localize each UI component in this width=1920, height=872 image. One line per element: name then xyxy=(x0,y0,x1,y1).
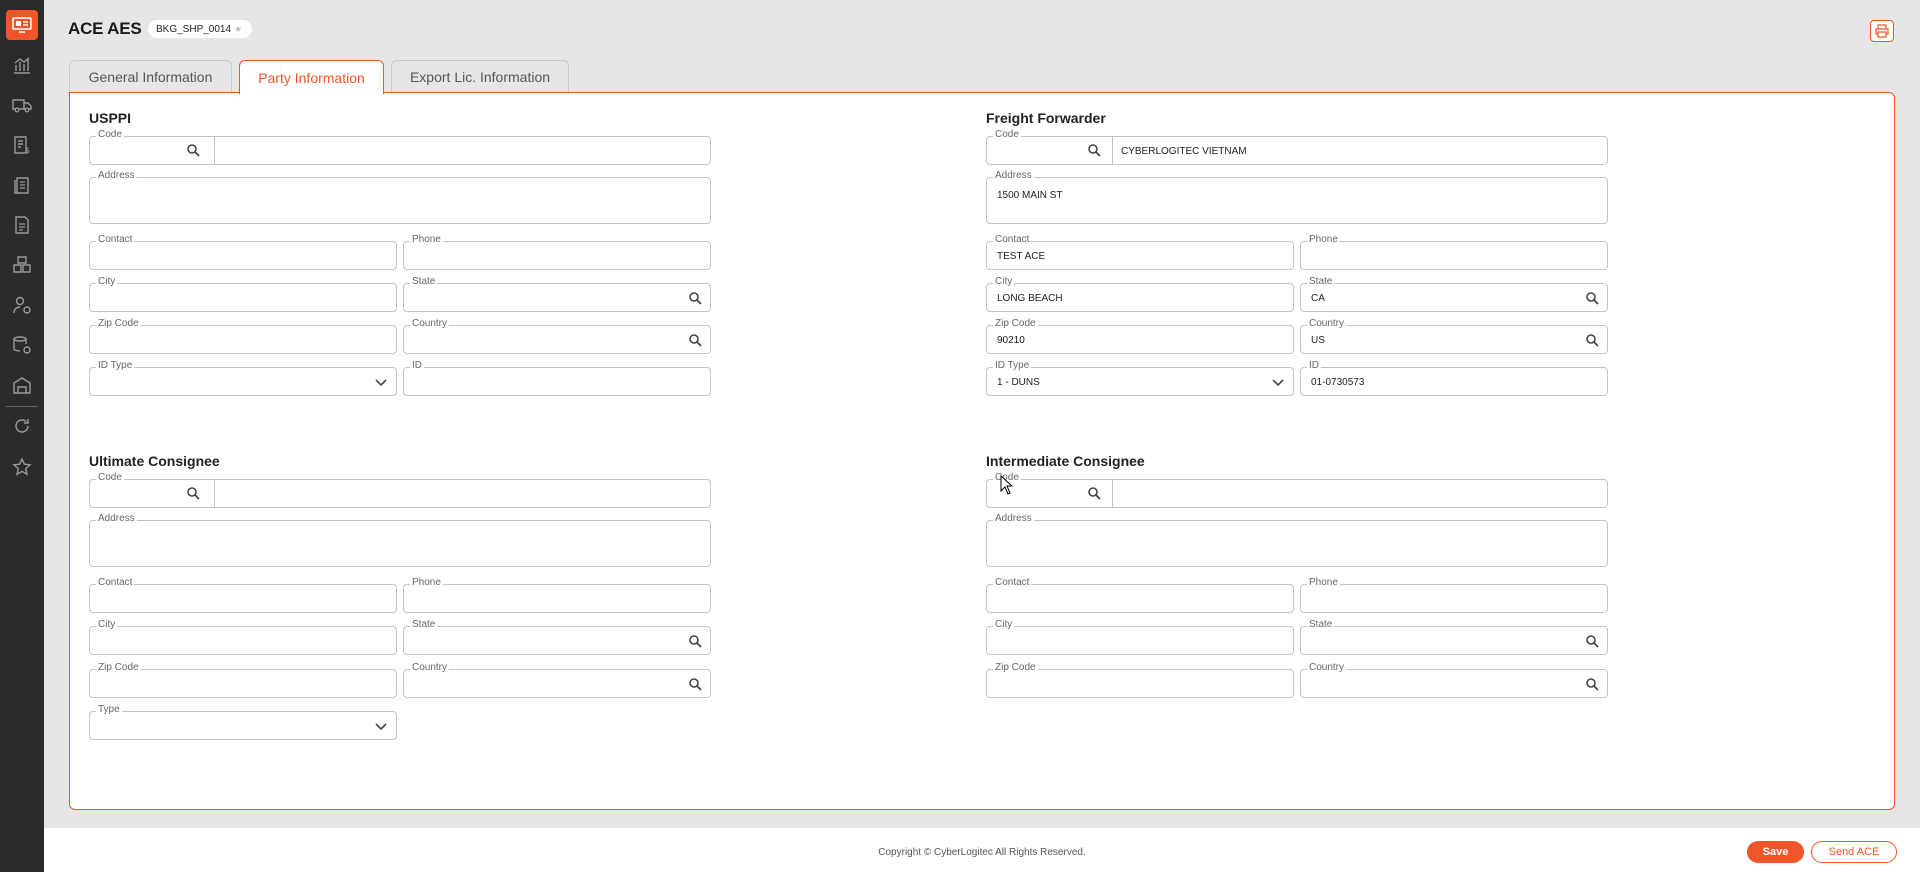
uc-country-field[interactable]: Country xyxy=(403,662,711,698)
usppi-id-field[interactable]: ID xyxy=(403,360,711,396)
usppi-code-field[interactable]: Code xyxy=(89,129,711,165)
tab-export-lic-information[interactable]: Export Lic. Information xyxy=(391,60,569,93)
ic-state-field[interactable]: State xyxy=(1300,619,1608,655)
ic-phone-field[interactable]: Phone xyxy=(1300,577,1608,613)
tab-general-information[interactable]: General Information xyxy=(69,60,232,93)
uc-type-select[interactable]: Type xyxy=(89,704,397,740)
chevron-down-icon xyxy=(374,719,388,733)
print-button[interactable] xyxy=(1870,20,1894,42)
app-title: ACE AES xyxy=(68,19,142,38)
booking-id-chip[interactable]: BKG_SHP_0014 ★ xyxy=(148,20,253,38)
ic-city-field[interactable]: City xyxy=(986,619,1294,655)
usppi-address-field[interactable]: Address xyxy=(89,170,711,224)
ic-country-field[interactable]: Country xyxy=(1300,662,1608,698)
uc-address-field[interactable]: Address xyxy=(89,513,711,567)
usppi-code-search-icon[interactable] xyxy=(186,143,202,159)
ic-contact-field[interactable]: Contact xyxy=(986,577,1294,613)
usppi-phone-field[interactable]: Phone xyxy=(403,234,711,270)
mouse-cursor-icon xyxy=(1000,474,1014,500)
favorite-star-icon[interactable]: ★ xyxy=(234,24,242,35)
search-icon[interactable] xyxy=(688,333,702,347)
uc-phone-field[interactable]: Phone xyxy=(403,577,711,613)
boxes-icon[interactable] xyxy=(10,253,34,277)
ff-state-field[interactable]: State CA xyxy=(1300,276,1608,312)
search-icon[interactable] xyxy=(1585,677,1599,691)
ic-code-search-icon[interactable] xyxy=(1087,486,1103,502)
uc-contact-field[interactable]: Contact xyxy=(89,577,397,613)
ff-city-field[interactable]: City LONG BEACH xyxy=(986,276,1294,312)
ic-address-field[interactable]: Address xyxy=(986,513,1608,567)
usppi-country-field[interactable]: Country xyxy=(403,318,711,354)
ff-phone-field[interactable]: Phone xyxy=(1300,234,1608,270)
ff-name-value[interactable]: CYBERLOGITEC VIETNAM xyxy=(1121,146,1247,157)
star-icon[interactable] xyxy=(10,455,34,479)
invoice-icon[interactable]: $ xyxy=(10,133,34,157)
send-ace-button[interactable]: Send ACE xyxy=(1811,841,1897,863)
home-logo-icon[interactable] xyxy=(6,10,38,40)
ff-country-field[interactable]: Country US xyxy=(1300,318,1608,354)
ff-id-type-select[interactable]: ID Type 1 - DUNS xyxy=(986,360,1294,396)
usppi-zip-field[interactable]: Zip Code xyxy=(89,318,397,354)
truck-icon[interactable] xyxy=(10,93,34,117)
ic-zip-field[interactable]: Zip Code xyxy=(986,662,1294,698)
search-icon[interactable] xyxy=(1585,634,1599,648)
uc-state-field[interactable]: State xyxy=(403,619,711,655)
sidebar: $ xyxy=(0,0,44,872)
printer-icon xyxy=(1875,24,1889,38)
uc-code-field[interactable]: Code xyxy=(89,472,711,508)
user-settings-icon[interactable] xyxy=(10,293,34,317)
tab-party-information[interactable]: Party Information xyxy=(239,60,384,94)
ff-code-field[interactable]: Code CYBERLOGITEC VIETNAM xyxy=(986,129,1608,165)
sidebar-divider xyxy=(6,406,38,407)
party-information-panel: USPPI Code Address Contact Phone City St… xyxy=(69,92,1895,810)
ff-id-field[interactable]: ID 01-0730573 xyxy=(1300,360,1608,396)
chevron-down-icon xyxy=(374,375,388,389)
report-icon[interactable] xyxy=(10,213,34,237)
uc-code-search-icon[interactable] xyxy=(186,486,202,502)
documents-icon[interactable] xyxy=(10,173,34,197)
uc-city-field[interactable]: City xyxy=(89,619,397,655)
usppi-city-field[interactable]: City xyxy=(89,276,397,312)
search-icon[interactable] xyxy=(1585,291,1599,305)
database-settings-icon[interactable] xyxy=(10,333,34,357)
ff-code-search-icon[interactable] xyxy=(1087,143,1103,159)
chart-icon[interactable] xyxy=(10,53,34,77)
usppi-state-field[interactable]: State xyxy=(403,276,711,312)
search-icon[interactable] xyxy=(1585,333,1599,347)
save-button[interactable]: Save xyxy=(1747,841,1804,863)
usppi-contact-field[interactable]: Contact xyxy=(89,234,397,270)
search-icon[interactable] xyxy=(688,634,702,648)
footer: Copyright © CyberLogitec All Rights Rese… xyxy=(44,828,1920,872)
ff-zip-field[interactable]: Zip Code 90210 xyxy=(986,318,1294,354)
copyright-text: Copyright © CyberLogitec All Rights Rese… xyxy=(878,847,1086,858)
chevron-down-icon xyxy=(1271,375,1285,389)
ff-contact-field[interactable]: Contact TEST ACE xyxy=(986,234,1294,270)
uc-zip-field[interactable]: Zip Code xyxy=(89,662,397,698)
ic-code-field[interactable]: Code xyxy=(986,472,1608,508)
usppi-title: USPPI xyxy=(89,110,132,126)
intermediate-consignee-title: Intermediate Consignee xyxy=(986,453,1145,469)
freight-forwarder-title: Freight Forwarder xyxy=(986,110,1106,126)
search-icon[interactable] xyxy=(688,291,702,305)
booking-id: BKG_SHP_0014 xyxy=(156,23,232,35)
ff-address-field[interactable]: Address 1500 MAIN ST xyxy=(986,170,1608,224)
svg-text:$: $ xyxy=(25,146,30,155)
warehouse-icon[interactable] xyxy=(10,373,34,397)
usppi-id-type-select[interactable]: ID Type xyxy=(89,360,397,396)
history-icon[interactable] xyxy=(10,414,34,438)
ultimate-consignee-title: Ultimate Consignee xyxy=(89,453,220,469)
search-icon[interactable] xyxy=(688,677,702,691)
